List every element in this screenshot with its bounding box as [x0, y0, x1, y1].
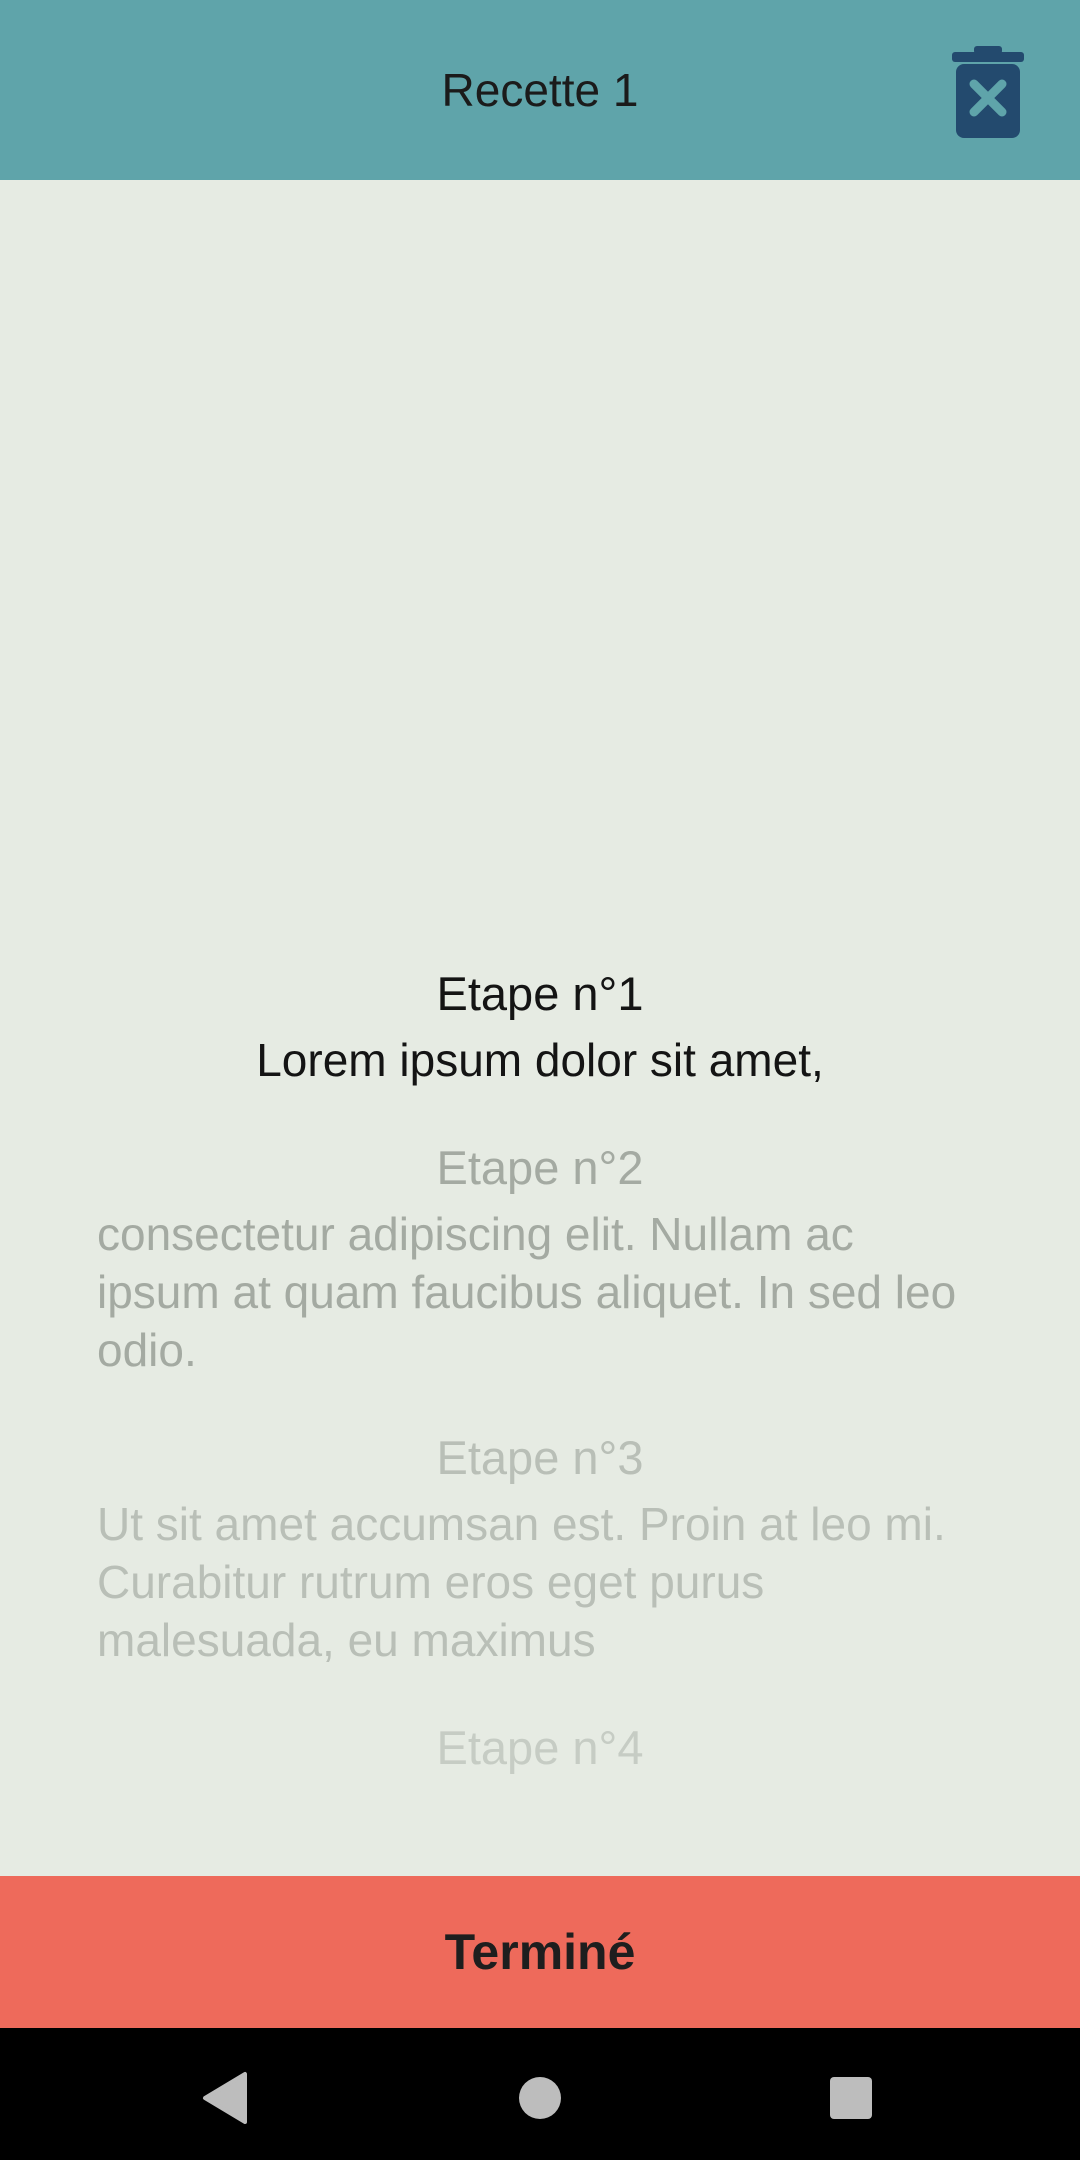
step-text: Ut sit amet accumsan est. Proin at leo m… [97, 1498, 946, 1666]
step-title: Etape n°2 [436, 1141, 644, 1194]
step-title: Etape n°3 [436, 1431, 644, 1484]
trash-x-icon [952, 46, 1024, 138]
top-app-bar: Recette 1 [0, 0, 1080, 180]
step-item: Etape n°4 [97, 1719, 983, 1777]
delete-recipe-button[interactable] [952, 46, 1024, 138]
step-text: consectetur adipiscing elit. Nullam ac i… [97, 1208, 957, 1376]
step-title: Etape n°1 [436, 967, 644, 1020]
recents-button[interactable] [811, 2058, 891, 2138]
steps-list: Etape n°1 Lorem ipsum dolor sit amet, Et… [97, 965, 983, 1827]
step-title: Etape n°4 [436, 1721, 644, 1774]
step-text: Lorem ipsum dolor sit amet, [256, 1034, 824, 1086]
home-circle-icon [519, 2077, 561, 2119]
steps-scroll-area[interactable]: Etape n°1 Lorem ipsum dolor sit amet, Et… [0, 180, 1080, 1876]
back-triangle-icon [203, 2072, 247, 2124]
done-button[interactable]: Terminé [0, 1876, 1080, 2028]
recipe-screen: Recette 1 Etape n°1 Lorem ipsum dolor si… [0, 0, 1080, 2160]
home-button[interactable] [500, 2058, 580, 2138]
page-title: Recette 1 [441, 64, 639, 116]
step-item: Etape n°1 Lorem ipsum dolor sit amet, [97, 965, 983, 1089]
step-item: Etape n°3 Ut sit amet accumsan est. Proi… [97, 1429, 983, 1669]
step-item: Etape n°2 consectetur adipiscing elit. N… [97, 1139, 983, 1379]
system-navigation-bar [0, 2028, 1080, 2160]
recents-square-icon [830, 2077, 872, 2119]
back-button[interactable] [185, 2058, 265, 2138]
